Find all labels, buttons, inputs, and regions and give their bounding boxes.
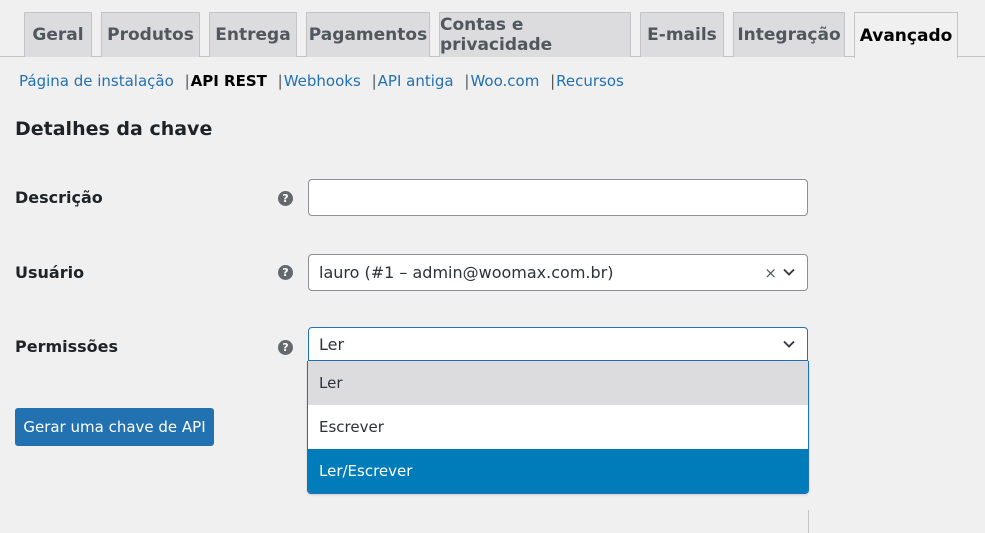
tab-entrega[interactable]: Entrega bbox=[209, 12, 297, 57]
subnav-separator: | bbox=[550, 72, 556, 90]
permissions-dropdown: Ler Escrever Ler/Escrever bbox=[307, 361, 809, 494]
user-select[interactable]: lauro (#1 – admin@woomax.com.br) × bbox=[308, 254, 808, 291]
tab-produtos[interactable]: Produtos bbox=[101, 12, 200, 57]
tab-pagamentos[interactable]: Pagamentos bbox=[306, 12, 430, 57]
subnav-api-antiga[interactable]: API antiga bbox=[378, 72, 454, 90]
subnav-separator: | bbox=[184, 72, 190, 90]
help-icon[interactable]: ? bbox=[278, 191, 293, 206]
tab-contas-e-privacidade[interactable]: Contas e privacidade bbox=[439, 12, 631, 57]
permissions-option-escrever[interactable]: Escrever bbox=[308, 405, 808, 449]
subnav-separator: | bbox=[464, 72, 470, 90]
subnav-webhooks[interactable]: Webhooks bbox=[284, 72, 361, 90]
help-icon[interactable]: ? bbox=[278, 265, 293, 280]
permissions-select[interactable]: Ler bbox=[308, 327, 808, 361]
subnav-separator: | bbox=[277, 72, 283, 90]
tab-avancado[interactable]: Avançado bbox=[854, 12, 958, 58]
permissions-select-value: Ler bbox=[319, 334, 345, 354]
divider bbox=[808, 510, 809, 533]
tab-integracao[interactable]: Integração bbox=[733, 12, 845, 57]
tab-emails[interactable]: E-mails bbox=[640, 12, 724, 57]
permissions-label: Permissões bbox=[15, 337, 119, 356]
clear-icon[interactable]: × bbox=[764, 264, 777, 282]
user-select-value: lauro (#1 – admin@woomax.com.br) bbox=[319, 263, 614, 282]
help-icon[interactable]: ? bbox=[278, 340, 293, 355]
description-input[interactable] bbox=[308, 179, 808, 216]
permissions-option-ler-escrever[interactable]: Ler/Escrever bbox=[308, 449, 808, 493]
tab-geral[interactable]: Geral bbox=[24, 12, 92, 57]
user-label: Usuário bbox=[15, 263, 85, 282]
advanced-subnav: Página de instalação |API REST |Webhooks… bbox=[19, 71, 624, 91]
subnav-pagina-de-instalacao[interactable]: Página de instalação bbox=[19, 72, 174, 90]
subnav-separator: | bbox=[371, 72, 377, 90]
permissions-option-ler[interactable]: Ler bbox=[308, 361, 808, 405]
chevron-down-icon bbox=[783, 268, 795, 276]
subnav-recursos[interactable]: Recursos bbox=[556, 72, 624, 90]
subnav-woo-com[interactable]: Woo.com bbox=[470, 72, 539, 90]
description-label: Descrição bbox=[15, 188, 103, 207]
chevron-down-icon bbox=[783, 340, 795, 348]
section-title: Detalhes da chave bbox=[15, 118, 213, 140]
settings-tabs: Geral Produtos Entrega Pagamentos Contas… bbox=[0, 0, 985, 58]
generate-api-key-button[interactable]: Gerar uma chave de API bbox=[15, 408, 214, 446]
subnav-api-rest[interactable]: API REST bbox=[191, 72, 267, 90]
